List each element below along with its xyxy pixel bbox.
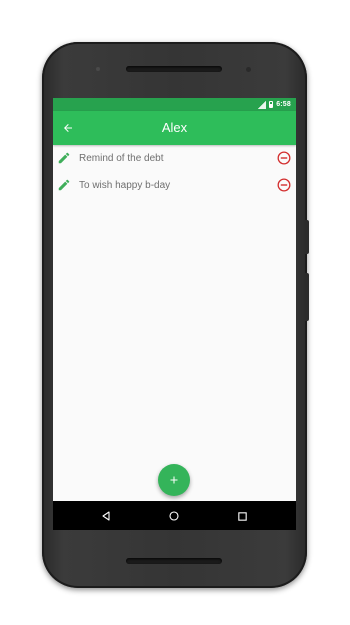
- reminder-text: To wish happy b-day: [79, 180, 171, 191]
- earpiece-speaker: [126, 66, 222, 72]
- nav-back-icon: [102, 511, 110, 521]
- navigation-bar: [53, 501, 296, 530]
- volume-button: [305, 273, 309, 321]
- reminder-list: Remind of the debt To wish happy b-day: [53, 145, 296, 199]
- pencil-icon[interactable]: [57, 178, 71, 192]
- nav-recents-button[interactable]: [234, 508, 250, 524]
- page-title: Alex: [161, 120, 188, 135]
- app-bar: Alex: [53, 111, 296, 145]
- nav-back-button[interactable]: [98, 508, 114, 524]
- status-bar: 6:58: [53, 98, 296, 111]
- bottom-speaker: [126, 558, 222, 564]
- screen: 6:58 Alex Remind of the debt To wish hap…: [53, 98, 296, 530]
- battery-icon: [269, 101, 274, 108]
- signal-icon: [258, 100, 267, 109]
- plus-icon: [170, 476, 178, 484]
- pencil-icon[interactable]: [57, 151, 71, 165]
- arrow-back-icon: [64, 124, 72, 132]
- reminder-text: Remind of the debt: [79, 153, 164, 164]
- status-time: 6:58: [276, 101, 291, 108]
- proximity-sensor: [246, 67, 251, 72]
- back-button[interactable]: [57, 117, 79, 139]
- nav-recents-icon: [237, 511, 247, 521]
- list-item[interactable]: To wish happy b-day: [53, 172, 296, 199]
- front-camera: [96, 67, 100, 71]
- nav-home-button[interactable]: [166, 508, 182, 524]
- remove-circle-icon[interactable]: [277, 178, 291, 192]
- device-frame: 6:58 Alex Remind of the debt To wish hap…: [0, 0, 350, 625]
- add-reminder-button[interactable]: [158, 464, 190, 496]
- power-button: [305, 220, 309, 254]
- list-item[interactable]: Remind of the debt: [53, 145, 296, 172]
- remove-circle-icon[interactable]: [277, 151, 291, 165]
- nav-home-icon: [169, 511, 179, 521]
